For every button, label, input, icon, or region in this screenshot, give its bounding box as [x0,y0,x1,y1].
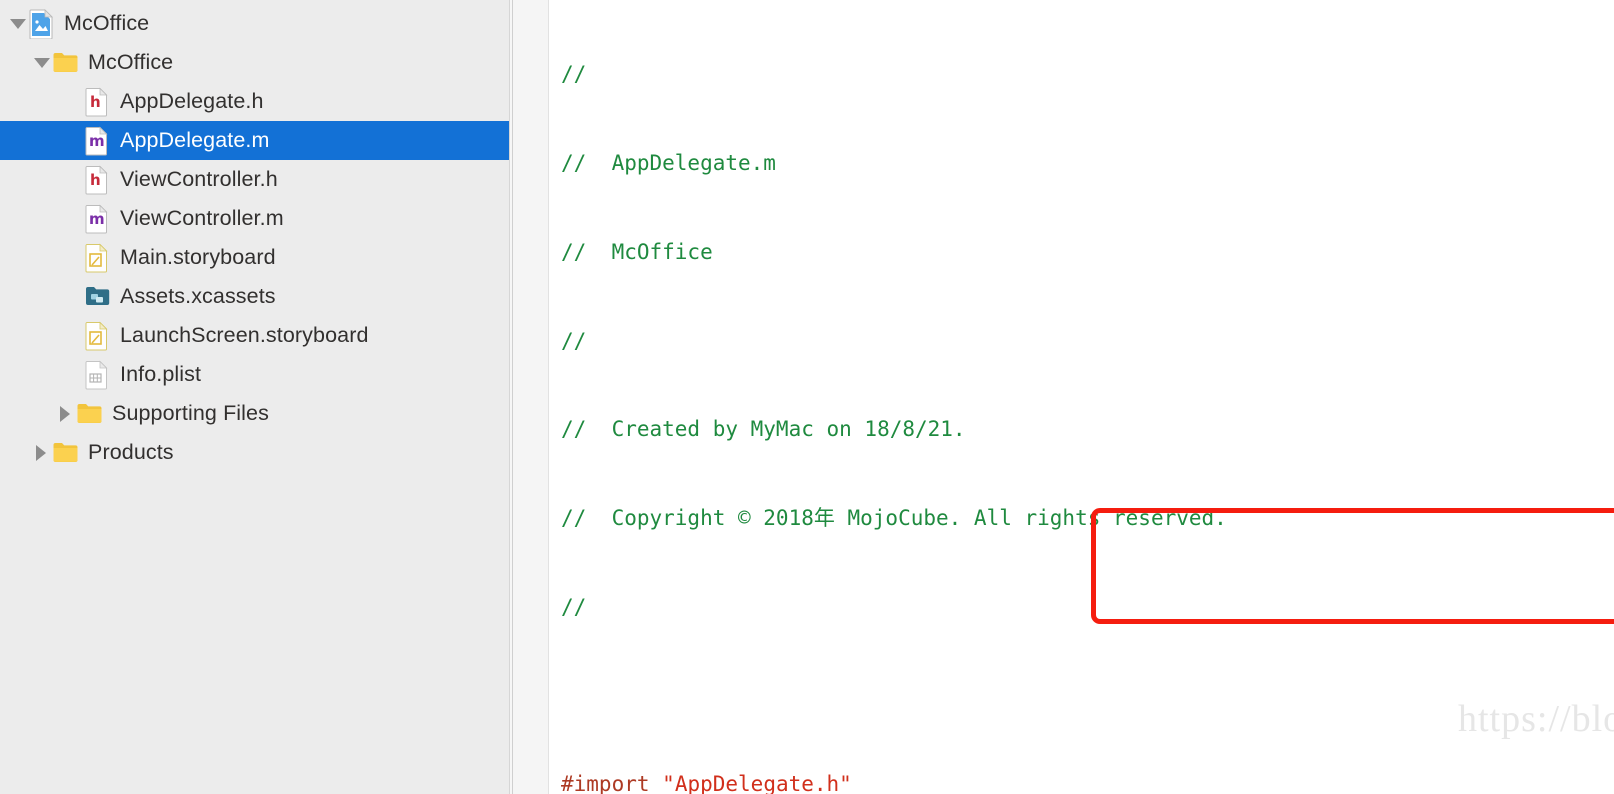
svg-text:m: m [89,210,105,228]
source-editor[interactable]: // // AppDelegate.m // McOffice // // Cr… [513,0,1614,794]
code-token: // AppDelegate.m [561,150,776,175]
tree-row-label: Assets.xcassets [120,284,276,308]
tree-row[interactable]: Info.plist [0,355,509,394]
folder-yellow-icon [52,48,79,78]
code-line: #import "AppDelegate.h" [551,770,1614,794]
svg-text:h: h [90,93,101,111]
code-line: // [551,60,1614,90]
tree-row-label: ViewController.m [120,206,284,230]
disclosure-triangle-closed-icon[interactable] [30,433,52,472]
code-token: // McOffice [561,239,713,264]
editor-gutter[interactable] [513,0,549,794]
code-line: // [551,327,1614,357]
code-token: #import [561,772,650,794]
xcode-window: McOffice McOffice h AppDelegate.h m AppD… [0,0,1614,794]
tree-row-selected[interactable]: m AppDelegate.m [0,121,509,160]
folder-yellow-icon [52,438,79,468]
tree-row[interactable]: Main.storyboard [0,238,509,277]
header-file-icon: h [84,165,111,195]
tree-row[interactable]: h AppDelegate.h [0,82,509,121]
disclosure-triangle-closed-icon[interactable] [54,394,76,433]
code-line: // AppDelegate.m [551,149,1614,179]
storyboard-file-icon [84,243,111,273]
tree-row-label: McOffice [88,50,174,74]
tree-row-label: AppDelegate.m [120,128,270,152]
tree-row-label: Products [88,440,174,464]
plist-file-icon [84,360,111,390]
code-line: // [551,593,1614,623]
tree-row[interactable]: Supporting Files [0,394,509,433]
tree-row-label: Info.plist [120,362,202,386]
storyboard-file-icon [84,321,111,351]
folder-yellow-icon [76,399,103,429]
svg-text:h: h [90,171,101,189]
code-content[interactable]: // // AppDelegate.m // McOffice // // Cr… [551,0,1614,794]
tree-row[interactable]: McOffice [0,43,509,82]
tree-row[interactable]: Assets.xcassets [0,277,509,316]
tree-row-label: LaunchScreen.storyboard [120,323,369,347]
header-file-icon: h [84,87,111,117]
tree-row[interactable]: LaunchScreen.storyboard [0,316,509,355]
tree-row[interactable]: McOffice [0,4,509,43]
code-token: // [561,62,587,87]
tree-row-label: Main.storyboard [120,245,276,269]
tree-row-label: Supporting Files [112,401,269,425]
code-line: // Copyright © 2018年 MojoCube. All right… [551,504,1614,534]
tree-row-label: McOffice [64,11,150,35]
code-token: // [561,328,587,353]
tree-row[interactable]: Products [0,433,509,472]
code-line: // Created by MyMac on 18/8/21. [551,415,1614,445]
tree-row[interactable]: h ViewController.h [0,160,509,199]
code-token: // Copyright © 2018年 MojoCube. All right… [561,506,1227,531]
disclosure-triangle-open-icon[interactable] [30,43,52,82]
code-token: "AppDelegate.h" [662,772,852,794]
code-token: // Created by MyMac on 18/8/21. [561,417,966,442]
tree-row[interactable]: m ViewController.m [0,199,509,238]
file-tree: McOffice McOffice h AppDelegate.h m AppD… [0,0,509,472]
implementation-file-icon: m [84,126,111,156]
tree-row-label: AppDelegate.h [120,89,264,113]
svg-text:m: m [89,132,105,150]
implementation-file-icon: m [84,204,111,234]
project-icon [28,8,55,39]
disclosure-triangle-open-icon[interactable] [6,4,28,43]
project-navigator[interactable]: McOffice McOffice h AppDelegate.h m AppD… [0,0,509,794]
code-token: // [561,594,587,619]
code-line: // McOffice [551,238,1614,268]
xcassets-folder-icon [84,282,111,312]
tree-row-label: ViewController.h [120,167,278,191]
